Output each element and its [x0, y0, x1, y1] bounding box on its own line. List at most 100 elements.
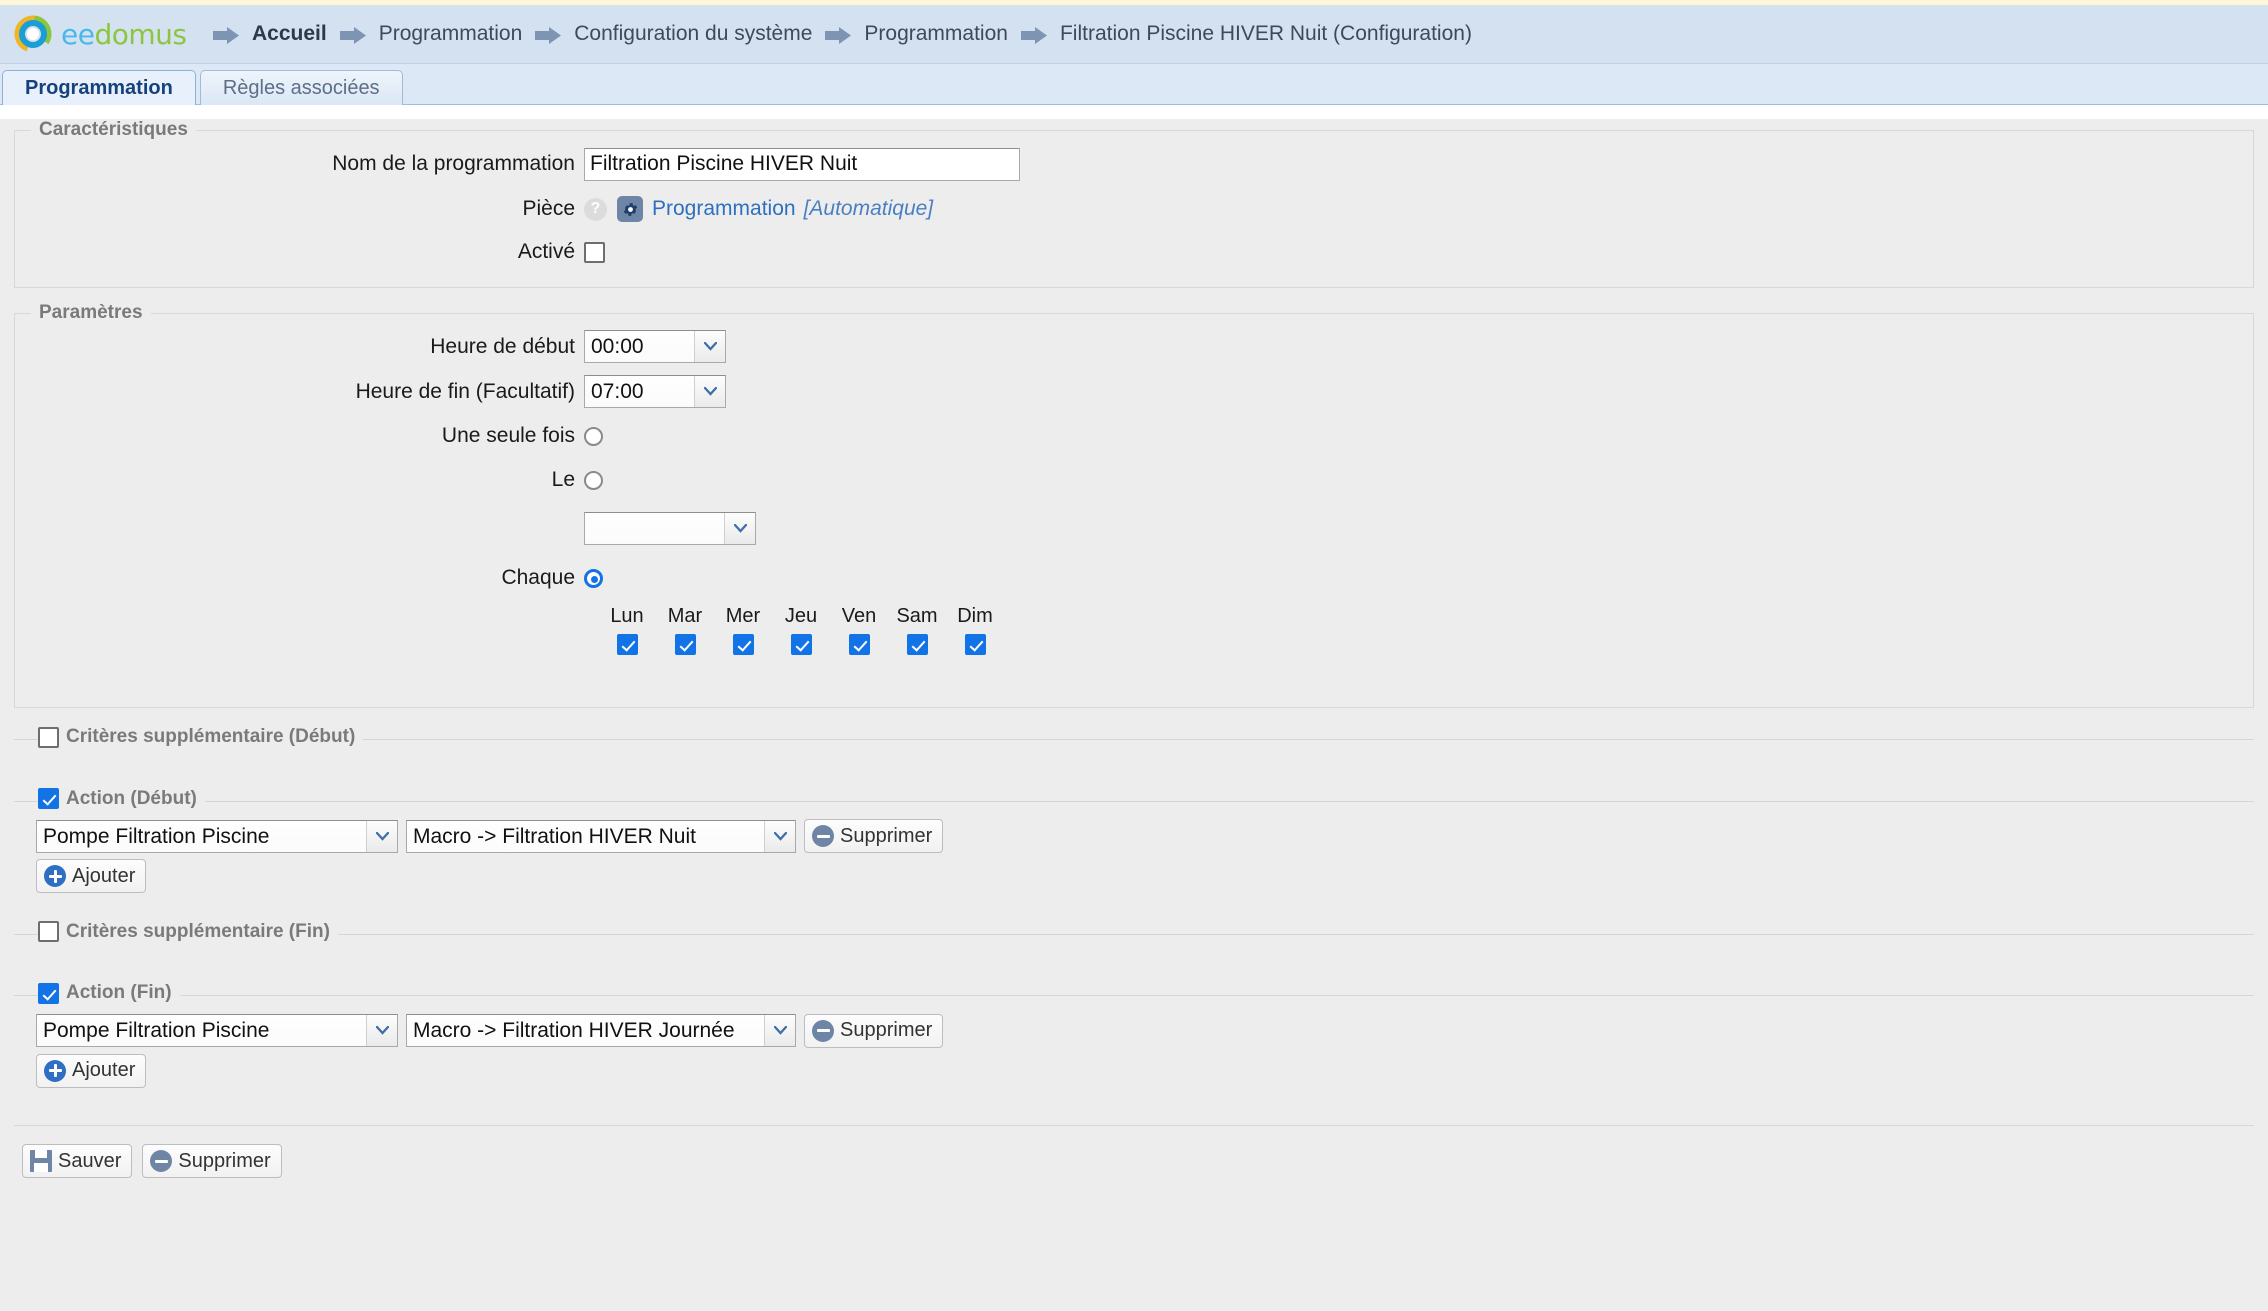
- weekday-checkbox[interactable]: [790, 634, 812, 656]
- action-debut-remove-button[interactable]: Supprimer: [804, 819, 944, 853]
- weekday-mar: Mar: [656, 602, 714, 656]
- chevron-down-icon: [366, 1015, 397, 1046]
- breadcrumb-label: Configuration du système: [574, 22, 813, 45]
- weekday-label: Sam: [896, 605, 938, 627]
- section-title: Critères supplémentaire (Début): [66, 726, 356, 747]
- piece-link[interactable]: Programmation: [652, 197, 796, 221]
- chevron-down-icon: [764, 1015, 795, 1046]
- row-active: Activé: [15, 231, 2253, 273]
- action-fin-command-value: Macro -> Filtration HIVER Journée: [413, 1019, 735, 1042]
- brand-name: eedomus: [61, 17, 187, 51]
- action-debut-device-select[interactable]: Pompe Filtration Piscine: [36, 819, 398, 853]
- weekday-sam: Sam: [888, 602, 946, 656]
- breadcrumb-label: Filtration Piscine HIVER Nuit (Configura…: [1059, 22, 1472, 45]
- heure-debut-label: Heure de début: [430, 334, 575, 358]
- section-criteres-fin: Critères supplémentaire (Fin): [14, 920, 2254, 961]
- weekday-mer: Mer: [714, 602, 772, 656]
- criteres-fin-checkbox[interactable]: [38, 921, 59, 942]
- action-fin-row: Pompe Filtration Piscine Macro -> Filtra…: [14, 1010, 2254, 1048]
- tab-programmation[interactable]: Programmation: [2, 70, 196, 105]
- heure-fin-value: 07:00: [591, 380, 644, 403]
- app-header: eedomus Accueil Programmation Configurat…: [0, 5, 2268, 64]
- section-title: Action (Fin): [66, 982, 172, 1003]
- section-action-fin: Action (Fin) Pompe Filtration Piscine Ma…: [14, 982, 2254, 1095]
- le-label: Le: [551, 468, 575, 491]
- weekday-checkbox[interactable]: [964, 634, 986, 656]
- weekday-label: Mer: [725, 605, 761, 627]
- action-fin-device-select[interactable]: Pompe Filtration Piscine: [36, 1014, 398, 1047]
- breadcrumb-item-accueil[interactable]: Accueil: [204, 22, 331, 46]
- action-debut-add-row: Ajouter: [14, 853, 2254, 893]
- weekday-checkbox[interactable]: [848, 634, 870, 656]
- delete-button[interactable]: Supprimer: [142, 1144, 282, 1178]
- minus-circle-icon: [812, 825, 834, 847]
- page-body: Caractéristiques Nom de la programmation…: [0, 119, 2268, 1311]
- weekday-label: Jeu: [784, 605, 818, 627]
- chevron-down-icon: [366, 820, 397, 852]
- arrow-right-icon: [1020, 26, 1047, 44]
- weekday-checkbox[interactable]: [732, 634, 754, 656]
- action-debut-device-value: Pompe Filtration Piscine: [43, 824, 270, 848]
- arrow-right-icon: [339, 26, 366, 44]
- help-icon[interactable]: ?: [584, 197, 607, 221]
- weekday-checkbox[interactable]: [674, 634, 696, 656]
- heure-fin-select[interactable]: 07:00: [584, 375, 726, 408]
- weekday-ven: Ven: [830, 602, 888, 656]
- chaque-radio[interactable]: [584, 568, 603, 588]
- heure-debut-select[interactable]: 00:00: [584, 330, 726, 363]
- action-fin-checkbox[interactable]: [38, 982, 59, 1004]
- breadcrumb-item-configuration-systeme[interactable]: Configuration du système: [526, 22, 816, 46]
- button-label: Supprimer: [178, 1149, 271, 1172]
- breadcrumb: Accueil Programmation Configuration du s…: [204, 22, 2268, 46]
- active-label: Activé: [517, 240, 575, 263]
- button-label: Sauver: [58, 1149, 122, 1172]
- action-fin-command-select[interactable]: Macro -> Filtration HIVER Journée: [406, 1014, 796, 1047]
- weekday-checkbox[interactable]: [616, 634, 638, 656]
- floppy-disk-icon: [30, 1150, 52, 1172]
- minus-circle-icon: [150, 1150, 173, 1172]
- button-label: Supprimer: [840, 1019, 933, 1041]
- breadcrumb-item-programmation-2[interactable]: Programmation: [816, 22, 1012, 46]
- action-debut-command-select[interactable]: Macro -> Filtration HIVER Nuit: [406, 819, 796, 853]
- row-une-seule-fois: Une seule fois: [15, 414, 2253, 458]
- row-chaque: Chaque: [15, 554, 2253, 602]
- brand-logo[interactable]: eedomus: [0, 15, 204, 53]
- chevron-down-icon: [724, 512, 755, 544]
- arrow-right-icon: [535, 26, 562, 44]
- breadcrumb-item-current-page: Filtration Piscine HIVER Nuit (Configura…: [1012, 22, 1476, 46]
- nom-programmation-input[interactable]: [584, 147, 1020, 181]
- tab-label: Règles associées: [222, 77, 380, 99]
- section-parametres: Paramètres Heure de début 00:00 Heure de…: [14, 302, 2254, 708]
- brand-name-part1: ee: [61, 17, 95, 51]
- weekday-label: Lun: [610, 605, 644, 627]
- row-nom-programmation: Nom de la programmation: [15, 141, 2253, 187]
- action-fin-add-row: Ajouter: [14, 1048, 2254, 1088]
- le-radio[interactable]: [584, 470, 603, 490]
- action-fin-add-button[interactable]: Ajouter: [36, 1053, 147, 1088]
- section-title: Critères supplémentaire (Fin): [66, 920, 330, 942]
- criteres-debut-checkbox[interactable]: [38, 726, 59, 748]
- une-seule-fois-label: Une seule fois: [441, 424, 575, 447]
- action-debut-add-button[interactable]: Ajouter: [36, 859, 147, 893]
- save-button[interactable]: Sauver: [22, 1144, 133, 1178]
- breadcrumb-label: Programmation: [864, 22, 1008, 45]
- action-debut-command-value: Macro -> Filtration HIVER Nuit: [413, 824, 696, 848]
- chaque-label: Chaque: [501, 566, 575, 589]
- section-title: Caractéristiques: [39, 119, 188, 140]
- gear-icon[interactable]: [617, 196, 643, 222]
- weekday-checkbox-group: Lun Mar Mer Jeu Ven Sam Dim: [598, 602, 2253, 656]
- arrow-right-icon: [213, 26, 239, 44]
- breadcrumb-item-programmation-1[interactable]: Programmation: [331, 22, 527, 46]
- weekday-checkbox[interactable]: [906, 634, 928, 656]
- weekday-lun: Lun: [598, 602, 656, 656]
- active-checkbox[interactable]: [584, 241, 605, 263]
- action-debut-checkbox[interactable]: [38, 788, 59, 809]
- tab-regles-associees[interactable]: Règles associées: [199, 70, 403, 105]
- weekday-dim: Dim: [946, 602, 1004, 656]
- arrow-right-icon: [825, 26, 852, 44]
- plus-circle-icon: [44, 865, 66, 887]
- action-debut-row: Pompe Filtration Piscine Macro -> Filtra…: [14, 815, 2254, 853]
- le-date-select[interactable]: [584, 511, 756, 545]
- une-seule-fois-radio[interactable]: [584, 426, 603, 446]
- action-fin-remove-button[interactable]: Supprimer: [804, 1013, 944, 1048]
